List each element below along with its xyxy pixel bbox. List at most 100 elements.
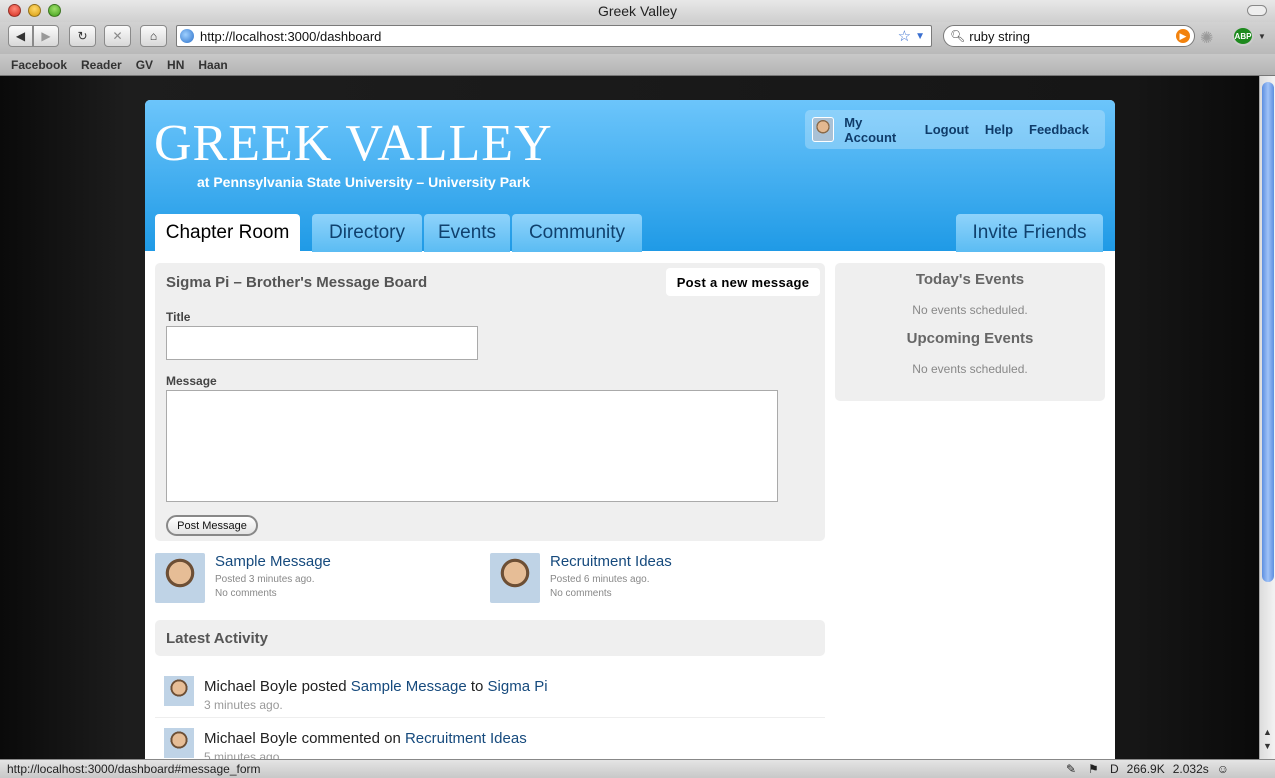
back-button[interactable]: ◀	[8, 25, 33, 47]
address-bar[interactable]: http://localhost:3000/dashboard ☆ ▼	[176, 25, 932, 47]
activity-actor: Michael Boyle	[204, 678, 298, 695]
todays-events-heading: Today's Events	[915, 271, 1025, 288]
site-tagline: at Pennsylvania State University – Unive…	[197, 174, 531, 190]
bookmark-star-icon[interactable]: ☆	[898, 27, 911, 45]
message-comments-count: No comments	[215, 588, 277, 599]
site-logo[interactable]: GREEK VALLEY	[154, 114, 553, 173]
account-bar: My Account Logout Help Feedback	[805, 110, 1105, 149]
post-message-button[interactable]: Post Message	[166, 515, 258, 536]
message-title-link[interactable]: Sample Message	[215, 553, 331, 570]
title-input[interactable]	[166, 326, 478, 360]
site-header: GREEK VALLEY at Pennsylvania State Unive…	[145, 100, 1115, 252]
adblock-icon[interactable]: ABP	[1232, 26, 1254, 46]
list-item: Sample Message Posted 3 minutes ago. No …	[155, 553, 485, 607]
minimize-window-button[interactable]	[28, 4, 41, 17]
list-item: Recruitment Ideas Posted 6 minutes ago. …	[490, 553, 820, 607]
home-button[interactable]: ⌂	[140, 25, 167, 47]
flag-icon[interactable]: ⚑	[1088, 762, 1102, 776]
bookmark-hn[interactable]: HN	[167, 58, 184, 72]
scroll-down-arrow-icon[interactable]: ▼	[1263, 741, 1272, 751]
todays-events-empty: No events scheduled.	[912, 303, 1028, 317]
monkey-icon[interactable]: ☺	[1217, 762, 1231, 776]
tab-directory[interactable]: Directory	[312, 214, 422, 252]
activity-item: Michael Boyle commented on Recruitment I…	[155, 720, 825, 759]
forward-arrow-icon: ▶	[41, 29, 51, 43]
search-go-icon[interactable]: ▶	[1176, 29, 1190, 43]
forward-button[interactable]: ▶	[33, 25, 59, 47]
close-window-button[interactable]	[8, 4, 21, 17]
latest-activity-heading: Latest Activity	[155, 620, 825, 656]
activity-object-link[interactable]: Recruitment Ideas	[405, 730, 527, 747]
activity-time: 3 minutes ago.	[204, 698, 283, 712]
tab-invite-friends[interactable]: Invite Friends	[956, 214, 1103, 252]
search-query[interactable]: ruby string	[969, 29, 1176, 44]
reload-button[interactable]: ↻	[69, 25, 96, 47]
message-textarea[interactable]	[166, 390, 778, 502]
history-dropdown-icon[interactable]: ▼	[915, 31, 925, 42]
load-time: 2.032s	[1172, 762, 1209, 776]
bookmark-reader[interactable]: Reader	[81, 58, 122, 72]
tab-chapter-room[interactable]: Chapter Room	[155, 214, 300, 252]
activity-target-link[interactable]: Sigma Pi	[488, 678, 548, 695]
status-url: http://localhost:3000/dashboard#message_…	[7, 762, 261, 776]
my-account-link[interactable]: My Account	[844, 115, 909, 145]
board-title: Sigma Pi – Brother's Message Board	[166, 274, 428, 291]
activity-text: Michael Boyle commented on Recruitment I…	[204, 730, 527, 747]
search-icon[interactable]: 🔍︎	[950, 29, 965, 43]
title-label: Title	[166, 310, 191, 324]
back-arrow-icon: ◀	[15, 29, 26, 43]
message-title-link[interactable]: Recruitment Ideas	[550, 553, 672, 570]
globe-icon	[180, 29, 194, 43]
upcoming-events-empty: No events scheduled.	[912, 362, 1028, 376]
status-right-group: ✎ ⚑ D 266.9K 2.032s ☺	[1066, 760, 1231, 778]
address-text[interactable]: http://localhost:3000/dashboard	[200, 29, 898, 44]
post-new-message-button[interactable]: Post a new message	[666, 268, 820, 296]
logout-link[interactable]: Logout	[925, 122, 969, 137]
message-posted-time: Posted 6 minutes ago.	[550, 574, 650, 585]
activity-text: Michael Boyle posted Sample Message to S…	[204, 678, 548, 695]
avatar[interactable]	[164, 728, 194, 758]
extension-icon[interactable]: ✎	[1066, 762, 1080, 776]
loading-spinner-icon: ✺	[1200, 30, 1214, 47]
activity-item: Michael Boyle posted Sample Message to S…	[155, 668, 825, 718]
activity-verb: commented on	[301, 730, 401, 747]
scrollbar-thumb[interactable]	[1262, 82, 1274, 582]
activity-actor: Michael Boyle	[204, 730, 298, 747]
window-titlebar: Greek Valley	[0, 0, 1275, 22]
zoom-window-button[interactable]	[48, 4, 61, 17]
message-comments-count: No comments	[550, 588, 612, 599]
toolbar-toggle-button[interactable]	[1247, 5, 1267, 16]
avatar[interactable]	[490, 553, 540, 603]
adblock-dropdown-icon[interactable]: ▼	[1258, 32, 1266, 41]
message-board-panel: Sigma Pi – Brother's Message Board Post …	[155, 263, 825, 541]
reload-icon: ↻	[77, 29, 88, 43]
status-bar: http://localhost:3000/dashboard#message_…	[0, 759, 1275, 778]
message-label: Message	[166, 374, 217, 388]
bookmarks-bar: Facebook Reader GV HN Haan	[0, 54, 1275, 76]
page-size: 266.9K	[1126, 762, 1165, 776]
message-posted-time: Posted 3 minutes ago.	[215, 574, 315, 585]
feedback-link[interactable]: Feedback	[1029, 122, 1089, 137]
activity-preposition: to	[470, 678, 484, 695]
stop-button[interactable]: ✕	[104, 25, 131, 47]
bookmark-facebook[interactable]: Facebook	[11, 58, 67, 72]
avatar[interactable]	[812, 117, 835, 142]
help-link[interactable]: Help	[985, 122, 1013, 137]
tab-community[interactable]: Community	[512, 214, 642, 252]
status-d-label: D	[1110, 762, 1119, 776]
vertical-scrollbar[interactable]: ▲ ▼	[1259, 76, 1275, 759]
home-icon: ⌂	[149, 29, 158, 43]
avatar[interactable]	[164, 676, 194, 706]
activity-time: 5 minutes ago.	[204, 750, 283, 759]
avatar[interactable]	[155, 553, 205, 603]
search-input[interactable]: 🔍︎ ruby string ▶	[943, 25, 1195, 47]
bookmark-gv[interactable]: GV	[136, 58, 153, 72]
bookmark-haan[interactable]: Haan	[198, 58, 227, 72]
tab-events[interactable]: Events	[424, 214, 510, 252]
page-viewport: GREEK VALLEY at Pennsylvania State Unive…	[0, 76, 1259, 759]
upcoming-events-heading: Upcoming Events	[906, 330, 1034, 347]
scroll-up-arrow-icon[interactable]: ▲	[1263, 727, 1272, 737]
page-container: GREEK VALLEY at Pennsylvania State Unive…	[145, 100, 1115, 759]
events-sidebar: Today's Events No events scheduled. Upco…	[835, 263, 1105, 401]
activity-object-link[interactable]: Sample Message	[351, 678, 467, 695]
